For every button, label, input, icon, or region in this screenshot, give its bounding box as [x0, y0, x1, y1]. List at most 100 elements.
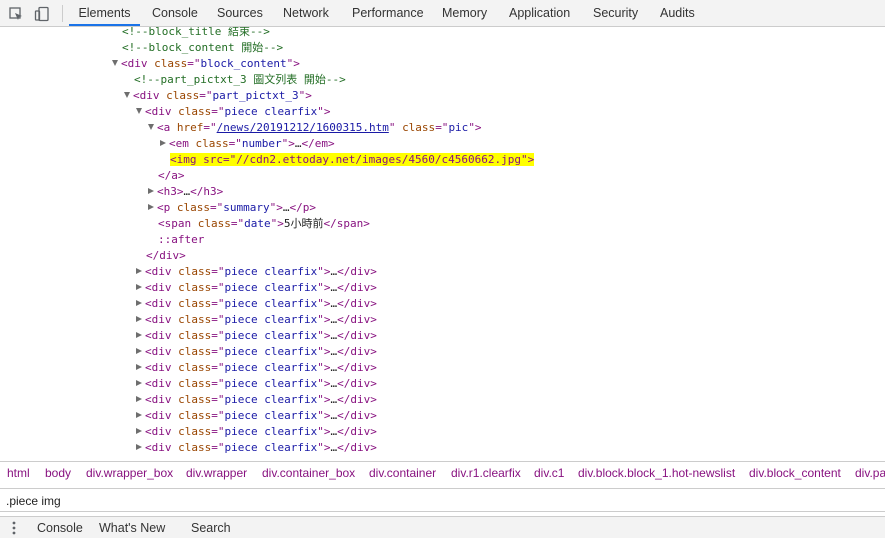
breadcrumb-item[interactable]: div.container_box	[262, 462, 355, 484]
tag-name: div	[151, 329, 172, 342]
collapse-arrow-icon[interactable]	[136, 300, 142, 306]
tag-name: div	[151, 105, 172, 118]
attr-name: class	[178, 329, 212, 342]
breadcrumb-item[interactable]: div.block_content	[749, 462, 841, 484]
breadcrumb-item[interactable]: div.r1.clearfix	[451, 462, 521, 484]
tag-name: div	[151, 393, 172, 406]
collapse-arrow-icon[interactable]	[136, 428, 142, 434]
search-input[interactable]	[2, 491, 882, 510]
more-menu-icon[interactable]	[12, 521, 16, 535]
tree-node-close[interactable]: </a>	[158, 168, 185, 184]
tree-node-date[interactable]: <span class="date">5小時前</span>	[158, 216, 370, 232]
tree-node-close[interactable]: </div>	[146, 248, 186, 264]
tree-node-piece-collapsed[interactable]: <div class="piece clearfix">…</div>	[136, 408, 377, 424]
tab-application[interactable]: Application	[509, 0, 570, 26]
collapse-arrow-icon[interactable]	[136, 332, 142, 338]
breadcrumb-item[interactable]: div.block.block_1.hot-newslist	[578, 462, 735, 484]
devtools-tab-bar: Elements Console Sources Network Perform…	[0, 0, 885, 27]
attr-value: block_content	[200, 57, 287, 70]
search-bar	[0, 488, 885, 512]
attr-name: class	[178, 393, 212, 406]
tab-memory[interactable]: Memory	[442, 0, 487, 26]
tree-node-piece-collapsed[interactable]: <div class="piece clearfix">…</div>	[136, 344, 377, 360]
collapse-arrow-icon[interactable]	[136, 316, 142, 322]
attr-name: class	[178, 281, 212, 294]
tree-node-anchor[interactable]: <a href="/news/20191212/1600315.htm" cla…	[148, 120, 482, 136]
expand-arrow-icon[interactable]	[112, 60, 118, 66]
tag-name: div	[350, 345, 371, 358]
tab-network[interactable]: Network	[283, 0, 329, 26]
tree-node-img-highlighted[interactable]: <img src="//cdn2.ettoday.net/images/4560…	[170, 152, 535, 168]
tree-node-pseudo[interactable]: ::after	[158, 232, 204, 248]
collapse-arrow-icon[interactable]	[136, 396, 142, 402]
attr-value: piece clearfix	[224, 265, 318, 278]
tag-name: p	[302, 201, 310, 214]
collapse-arrow-icon[interactable]	[136, 412, 142, 418]
attr-value: summary	[223, 201, 270, 214]
device-toolbar-icon[interactable]	[34, 6, 50, 22]
collapse-arrow-icon[interactable]	[136, 348, 142, 354]
breadcrumb-item[interactable]: div.c1	[534, 462, 564, 484]
tree-comment[interactable]: <!--block_title 結束-->	[122, 27, 270, 40]
breadcrumb-item[interactable]: div.wrapper	[186, 462, 247, 484]
tab-security[interactable]: Security	[593, 0, 638, 26]
breadcrumb-item[interactable]: html	[7, 462, 30, 484]
tab-audits[interactable]: Audits	[660, 0, 695, 26]
tree-node-piece-collapsed[interactable]: <div class="piece clearfix">…</div>	[136, 440, 377, 456]
tree-node-piece-collapsed[interactable]: <div class="piece clearfix">…</div>	[136, 392, 377, 408]
tab-console[interactable]: Console	[152, 0, 198, 26]
tag-name: a	[163, 121, 171, 134]
attr-value: piece clearfix	[224, 377, 318, 390]
tree-node-piece-collapsed[interactable]: <div class="piece clearfix">…</div>	[136, 376, 377, 392]
tree-node-piece-collapsed[interactable]: <div class="piece clearfix">…</div>	[136, 312, 377, 328]
expand-arrow-icon[interactable]	[136, 108, 142, 114]
tree-node-piece-collapsed[interactable]: <div class="piece clearfix">…</div>	[136, 328, 377, 344]
tab-sources[interactable]: Sources	[217, 0, 263, 26]
expand-arrow-icon[interactable]	[148, 124, 154, 130]
collapse-arrow-icon[interactable]	[136, 380, 142, 386]
tree-node-block-content[interactable]: <div class="block_content">	[112, 56, 300, 72]
tag-name: div	[350, 425, 371, 438]
drawer-tab-whats-new[interactable]: What's New	[99, 517, 165, 539]
tree-node-h3[interactable]: <h3>…</h3>	[148, 184, 223, 200]
tag-name: div	[151, 441, 172, 454]
comment-text: <!--block_content 開始-->	[122, 41, 284, 54]
collapse-arrow-icon[interactable]	[136, 364, 142, 370]
tab-performance[interactable]: Performance	[352, 0, 424, 26]
tree-node-piece[interactable]: <div class="piece clearfix">	[136, 104, 330, 120]
drawer-tab-console[interactable]: Console	[37, 517, 83, 539]
tree-comment[interactable]: <!--block_content 開始-->	[122, 40, 283, 56]
collapse-arrow-icon[interactable]	[148, 188, 154, 194]
attr-value: piece clearfix	[224, 105, 318, 118]
breadcrumb-item[interactable]: body	[45, 462, 71, 484]
tree-node-part-pictxt[interactable]: <div class="part_pictxt_3">	[124, 88, 312, 104]
collapse-arrow-icon[interactable]	[136, 268, 142, 274]
attr-value: piece clearfix	[224, 361, 318, 374]
inspect-element-icon[interactable]	[8, 6, 24, 22]
tree-node-em[interactable]: <em class="number">…</em>	[160, 136, 335, 152]
attr-name: class	[178, 105, 212, 118]
collapse-arrow-icon[interactable]	[148, 204, 154, 210]
tree-node-piece-collapsed[interactable]: <div class="piece clearfix">…</div>	[136, 424, 377, 440]
tree-node-summary[interactable]: <p class="summary">…</p>	[148, 200, 316, 216]
tag-name: div	[139, 89, 160, 102]
tree-node-piece-collapsed[interactable]: <div class="piece clearfix">…</div>	[136, 264, 377, 280]
breadcrumb-item[interactable]: div.wrapper_box	[86, 462, 173, 484]
collapse-arrow-icon[interactable]	[136, 444, 142, 450]
attr-name: class	[178, 377, 212, 390]
drawer-tab-search[interactable]: Search	[191, 517, 231, 539]
elements-tree[interactable]: <!--block_title 結束--> <!--block_content …	[0, 27, 885, 461]
tree-node-piece-collapsed[interactable]: <div class="piece clearfix">…</div>	[136, 296, 377, 312]
attr-value: date	[244, 217, 271, 230]
breadcrumb-item[interactable]: div.pa	[855, 462, 885, 484]
collapse-arrow-icon[interactable]	[160, 140, 166, 146]
tab-elements[interactable]: Elements	[69, 0, 140, 26]
tag-name: div	[350, 297, 371, 310]
tree-comment[interactable]: <!--part_pictxt_3 圖文列表 開始-->	[134, 72, 346, 88]
collapse-arrow-icon[interactable]	[136, 284, 142, 290]
href-link[interactable]: /news/20191212/1600315.htm	[217, 121, 389, 134]
breadcrumb-item[interactable]: div.container	[369, 462, 436, 484]
tree-node-piece-collapsed[interactable]: <div class="piece clearfix">…</div>	[136, 360, 377, 376]
tree-node-piece-collapsed[interactable]: <div class="piece clearfix">…</div>	[136, 280, 377, 296]
expand-arrow-icon[interactable]	[124, 92, 130, 98]
